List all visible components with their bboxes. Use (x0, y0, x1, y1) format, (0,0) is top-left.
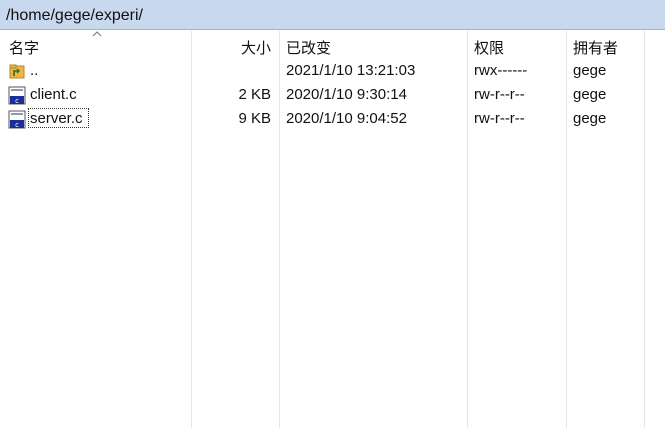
sort-ascending-icon (92, 31, 102, 37)
svg-text:c: c (15, 121, 19, 129)
path-bar[interactable]: /home/gege/experi/ (0, 0, 665, 30)
column-header-row: 名字 大小 已改变 权限 拥有者 (0, 31, 665, 57)
column-header-name[interactable]: 名字 (9, 37, 39, 58)
file-modified: 2021/1/10 13:21:03 (286, 62, 416, 79)
file-row-client-c[interactable]: c client.c 2 KB 2020/1/10 9:30:14 rw-r--… (0, 83, 665, 107)
file-modified: 2020/1/10 9:04:52 (286, 110, 407, 127)
file-size: 9 KB (238, 110, 271, 127)
file-permissions: rw-r--r-- (474, 110, 525, 127)
svg-text:c: c (15, 97, 19, 105)
file-name: server.c (30, 110, 83, 127)
parent-folder-icon (9, 64, 25, 79)
c-file-icon: c (8, 86, 26, 105)
column-header-owner[interactable]: 拥有者 (573, 37, 618, 58)
column-header-size[interactable]: 大小 (241, 37, 271, 58)
file-row-server-c[interactable]: c server.c 9 KB 2020/1/10 9:04:52 rw-r--… (0, 107, 665, 131)
file-owner: gege (573, 86, 607, 103)
file-name: client.c (30, 86, 77, 103)
file-owner: gege (573, 62, 607, 79)
file-permissions: rw-r--r-- (474, 86, 525, 103)
file-permissions: rwx------ (474, 62, 528, 79)
current-path[interactable]: /home/gege/experi/ (6, 7, 143, 25)
file-modified: 2020/1/10 9:30:14 (286, 86, 407, 103)
column-header-modified[interactable]: 已改变 (286, 37, 331, 58)
file-owner: gege (573, 110, 607, 127)
file-name: .. (30, 62, 39, 79)
file-row-parent[interactable]: .. 2021/1/10 13:21:03 rwx------ gege (0, 59, 665, 83)
c-file-icon: c (8, 110, 26, 129)
file-size: 2 KB (238, 86, 271, 103)
column-header-permissions[interactable]: 权限 (474, 37, 504, 58)
